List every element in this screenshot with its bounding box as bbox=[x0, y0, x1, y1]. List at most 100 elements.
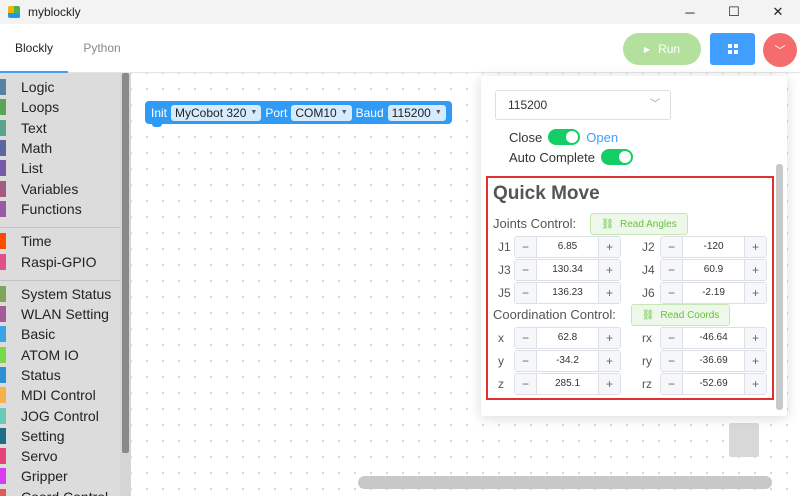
coord-value-input[interactable]: -34.2 bbox=[537, 351, 598, 371]
joint-value-input[interactable]: -2.19 bbox=[683, 283, 744, 303]
joint-value-input[interactable]: -120 bbox=[683, 237, 744, 257]
toolbox-category[interactable]: Coord Control bbox=[0, 487, 120, 496]
settings-menu-button[interactable]: ﹀ bbox=[763, 33, 797, 67]
toolbox-category[interactable]: System Status bbox=[0, 284, 120, 304]
joint-value-input[interactable]: 136.23 bbox=[537, 283, 598, 303]
category-color-swatch bbox=[0, 253, 6, 270]
joint-stepper: −130.34 + bbox=[514, 259, 621, 281]
decrement-button[interactable]: − bbox=[661, 283, 683, 303]
toolbox-category[interactable]: Logic bbox=[0, 77, 120, 97]
increment-button[interactable]: + bbox=[598, 351, 620, 371]
category-color-swatch bbox=[0, 387, 6, 404]
increment-button[interactable]: + bbox=[744, 328, 766, 348]
decrement-button[interactable]: − bbox=[515, 283, 537, 303]
robot-dropdown[interactable]: MyCobot 320 ▼ bbox=[171, 104, 262, 121]
coord-value-input[interactable]: -52.69 bbox=[683, 374, 744, 394]
category-color-swatch bbox=[0, 488, 6, 496]
increment-button[interactable]: + bbox=[744, 351, 766, 371]
toolbox-category[interactable]: JOG Control bbox=[0, 405, 120, 425]
tab-python[interactable]: Python bbox=[68, 24, 136, 73]
joint-value-input[interactable]: 130.34 bbox=[537, 260, 598, 280]
decrement-button[interactable]: − bbox=[515, 260, 537, 280]
window-controls: ─ ☐ ✕ bbox=[668, 0, 800, 24]
joint-value-input[interactable]: 60.9 bbox=[683, 260, 744, 280]
read-coords-button[interactable]: ⛓ Read Coords bbox=[631, 304, 730, 326]
category-color-swatch bbox=[0, 99, 6, 116]
coord-value-input[interactable]: -46.64 bbox=[683, 328, 744, 348]
decrement-button[interactable]: − bbox=[661, 237, 683, 257]
toolbox-category[interactable]: Raspi-GPIO bbox=[0, 251, 120, 271]
decrement-button[interactable]: − bbox=[515, 328, 537, 348]
decrement-button[interactable]: − bbox=[661, 351, 683, 371]
port-label: Port bbox=[265, 105, 288, 120]
auto-complete-toggle[interactable] bbox=[601, 149, 633, 165]
toolbox-scrollbar[interactable] bbox=[120, 73, 131, 496]
increment-button[interactable]: + bbox=[598, 283, 620, 303]
increment-button[interactable]: + bbox=[744, 260, 766, 280]
toolbox-scrollbar-thumb[interactable] bbox=[122, 73, 129, 453]
baud-dropdown[interactable]: 115200 ▼ bbox=[387, 104, 446, 121]
toolbox-category[interactable]: Text bbox=[0, 118, 120, 138]
toolbox-category[interactable]: Math bbox=[0, 138, 120, 158]
maximize-button[interactable]: ☐ bbox=[712, 0, 756, 24]
joint-stepper: −60.9 + bbox=[660, 259, 767, 281]
toolbox-category[interactable]: Servo bbox=[0, 446, 120, 466]
category-color-swatch bbox=[0, 79, 6, 96]
increment-button[interactable]: + bbox=[744, 237, 766, 257]
init-block[interactable]: Init MyCobot 320 ▼ Port COM10 ▼ Baud 11520… bbox=[145, 101, 452, 124]
port-dropdown[interactable]: COM10 ▼ bbox=[291, 104, 352, 121]
close-window-button[interactable]: ✕ bbox=[756, 0, 800, 24]
coord-value-input[interactable]: -36.69 bbox=[683, 351, 744, 371]
decrement-button[interactable]: − bbox=[661, 374, 683, 394]
toolbox-category[interactable]: MDI Control bbox=[0, 385, 120, 405]
toolbox-category[interactable]: WLAN Setting bbox=[0, 304, 120, 324]
increment-button[interactable]: + bbox=[598, 260, 620, 280]
baud-select[interactable]: 115200 ﹀ bbox=[495, 90, 671, 120]
panel-scrollbar[interactable] bbox=[776, 164, 783, 410]
trash-icon[interactable] bbox=[729, 423, 759, 457]
grid-button[interactable] bbox=[710, 33, 755, 65]
toolbox-category[interactable]: Status bbox=[0, 365, 120, 385]
joint-value-input[interactable]: 6.85 bbox=[537, 237, 598, 257]
toolbox-category[interactable]: ATOM IO bbox=[0, 345, 120, 365]
category-label: Variables bbox=[21, 180, 79, 197]
increment-button[interactable]: + bbox=[744, 283, 766, 303]
coord-value-input[interactable]: 62.8 bbox=[537, 328, 598, 348]
decrement-button[interactable]: − bbox=[515, 237, 537, 257]
toolbox-category[interactable]: Basic bbox=[0, 324, 120, 344]
category-color-swatch bbox=[0, 448, 6, 465]
increment-button[interactable]: + bbox=[598, 237, 620, 257]
connect-toggle[interactable] bbox=[548, 129, 581, 145]
decrement-button[interactable]: − bbox=[515, 351, 537, 371]
toolbox-category[interactable]: Variables bbox=[0, 178, 120, 198]
coord-value-input[interactable]: 285.1 bbox=[537, 374, 598, 394]
category-label: Raspi-GPIO bbox=[21, 253, 97, 270]
coord-label: y bbox=[498, 354, 504, 368]
increment-button[interactable]: + bbox=[598, 374, 620, 394]
read-angles-button[interactable]: ⛓ Read Angles bbox=[590, 213, 688, 235]
read-coords-label: Read Coords bbox=[660, 309, 720, 321]
decrement-button[interactable]: − bbox=[661, 260, 683, 280]
category-label: ATOM IO bbox=[21, 346, 79, 363]
category-label: Status bbox=[21, 367, 61, 383]
category-color-swatch bbox=[0, 346, 6, 363]
decrement-button[interactable]: − bbox=[515, 374, 537, 394]
toolbox: Logic Loops Text Math List Variables Functions… bbox=[0, 73, 120, 496]
toolbox-category[interactable]: Time bbox=[0, 231, 120, 251]
coord-stepper: − -46.64 + bbox=[660, 327, 767, 349]
category-label: JOG Control bbox=[21, 407, 99, 424]
category-label: Text bbox=[21, 119, 47, 136]
toolbox-category[interactable]: Functions bbox=[0, 199, 120, 219]
workspace-horizontal-scrollbar[interactable] bbox=[358, 476, 772, 489]
toolbox-category[interactable]: List bbox=[0, 158, 120, 178]
minimize-button[interactable]: ─ bbox=[668, 0, 712, 24]
increment-button[interactable]: + bbox=[598, 328, 620, 348]
toolbox-category[interactable]: Loops bbox=[0, 97, 120, 117]
run-label: Run bbox=[658, 42, 681, 56]
decrement-button[interactable]: − bbox=[661, 328, 683, 348]
run-button[interactable]: ▶ Run bbox=[623, 33, 701, 65]
tab-blockly[interactable]: Blockly bbox=[0, 24, 68, 73]
increment-button[interactable]: + bbox=[744, 374, 766, 394]
toolbox-category[interactable]: Setting bbox=[0, 426, 120, 446]
toolbox-category[interactable]: Gripper bbox=[0, 466, 120, 486]
